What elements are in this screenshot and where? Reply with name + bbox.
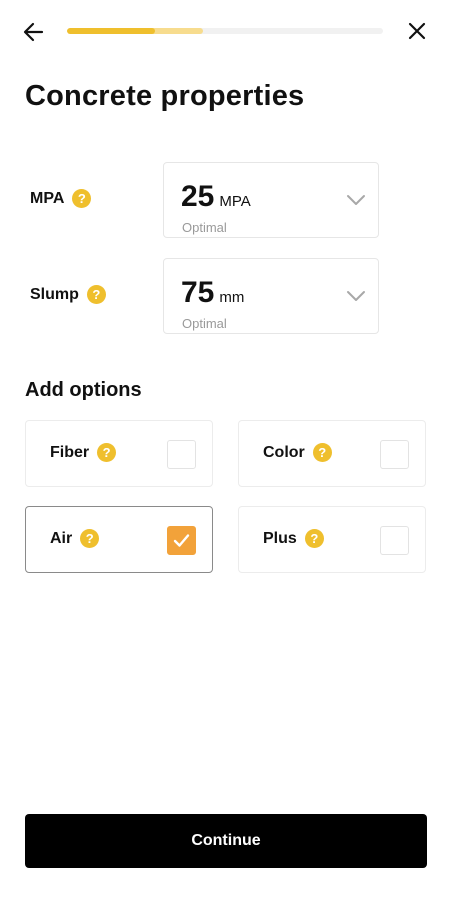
option-label: Air (50, 529, 73, 547)
option-card-air[interactable]: Air ? (25, 506, 213, 573)
option-card-fiber[interactable]: Fiber ? (25, 420, 213, 487)
mpa-help-icon[interactable]: ? (72, 189, 92, 208)
close-icon (408, 22, 426, 40)
close-button[interactable] (402, 18, 432, 46)
mpa-unit: MPA (219, 193, 251, 210)
concrete-properties-screen: Concrete properties MPA ? 25 MPA Optimal… (0, 0, 450, 900)
page-title: Concrete properties (25, 80, 305, 112)
continue-button[interactable]: Continue (25, 814, 427, 868)
slump-label: Slump (30, 285, 79, 303)
slump-unit: mm (219, 289, 245, 306)
option-card-plus[interactable]: Plus ? (238, 506, 426, 573)
option-card-color[interactable]: Color ? (238, 420, 426, 487)
plus-help-icon[interactable]: ? (304, 529, 324, 548)
color-help-icon[interactable]: ? (312, 443, 332, 462)
slump-select[interactable]: 75 mm Optimal (163, 258, 379, 334)
option-label: Fiber (50, 443, 90, 461)
checkmark-icon (173, 534, 190, 547)
option-label: Plus (263, 529, 297, 547)
color-checkbox[interactable] (380, 440, 409, 469)
progress-bar (67, 28, 383, 34)
mpa-label: MPA (30, 189, 65, 207)
back-button[interactable] (18, 18, 50, 46)
chevron-down-icon (347, 291, 365, 301)
slump-value: 75 (181, 276, 215, 309)
plus-checkbox[interactable] (380, 526, 409, 555)
air-checkbox[interactable] (167, 526, 196, 555)
mpa-hint: Optimal (182, 220, 227, 235)
arrow-left-icon (23, 22, 44, 42)
slump-help-icon[interactable]: ? (86, 285, 106, 304)
progress-fill (67, 28, 156, 34)
fiber-help-icon[interactable]: ? (97, 443, 117, 462)
air-help-icon[interactable]: ? (80, 529, 100, 548)
mpa-value: 25 (181, 180, 215, 213)
mpa-select[interactable]: 25 MPA Optimal (163, 162, 379, 238)
add-options-title: Add options (25, 379, 142, 401)
mpa-label-group: MPA ? (30, 189, 92, 208)
slump-hint: Optimal (182, 316, 227, 331)
option-label: Color (263, 443, 305, 461)
chevron-down-icon (347, 195, 365, 205)
slump-label-group: Slump ? (30, 285, 106, 304)
fiber-checkbox[interactable] (167, 440, 196, 469)
